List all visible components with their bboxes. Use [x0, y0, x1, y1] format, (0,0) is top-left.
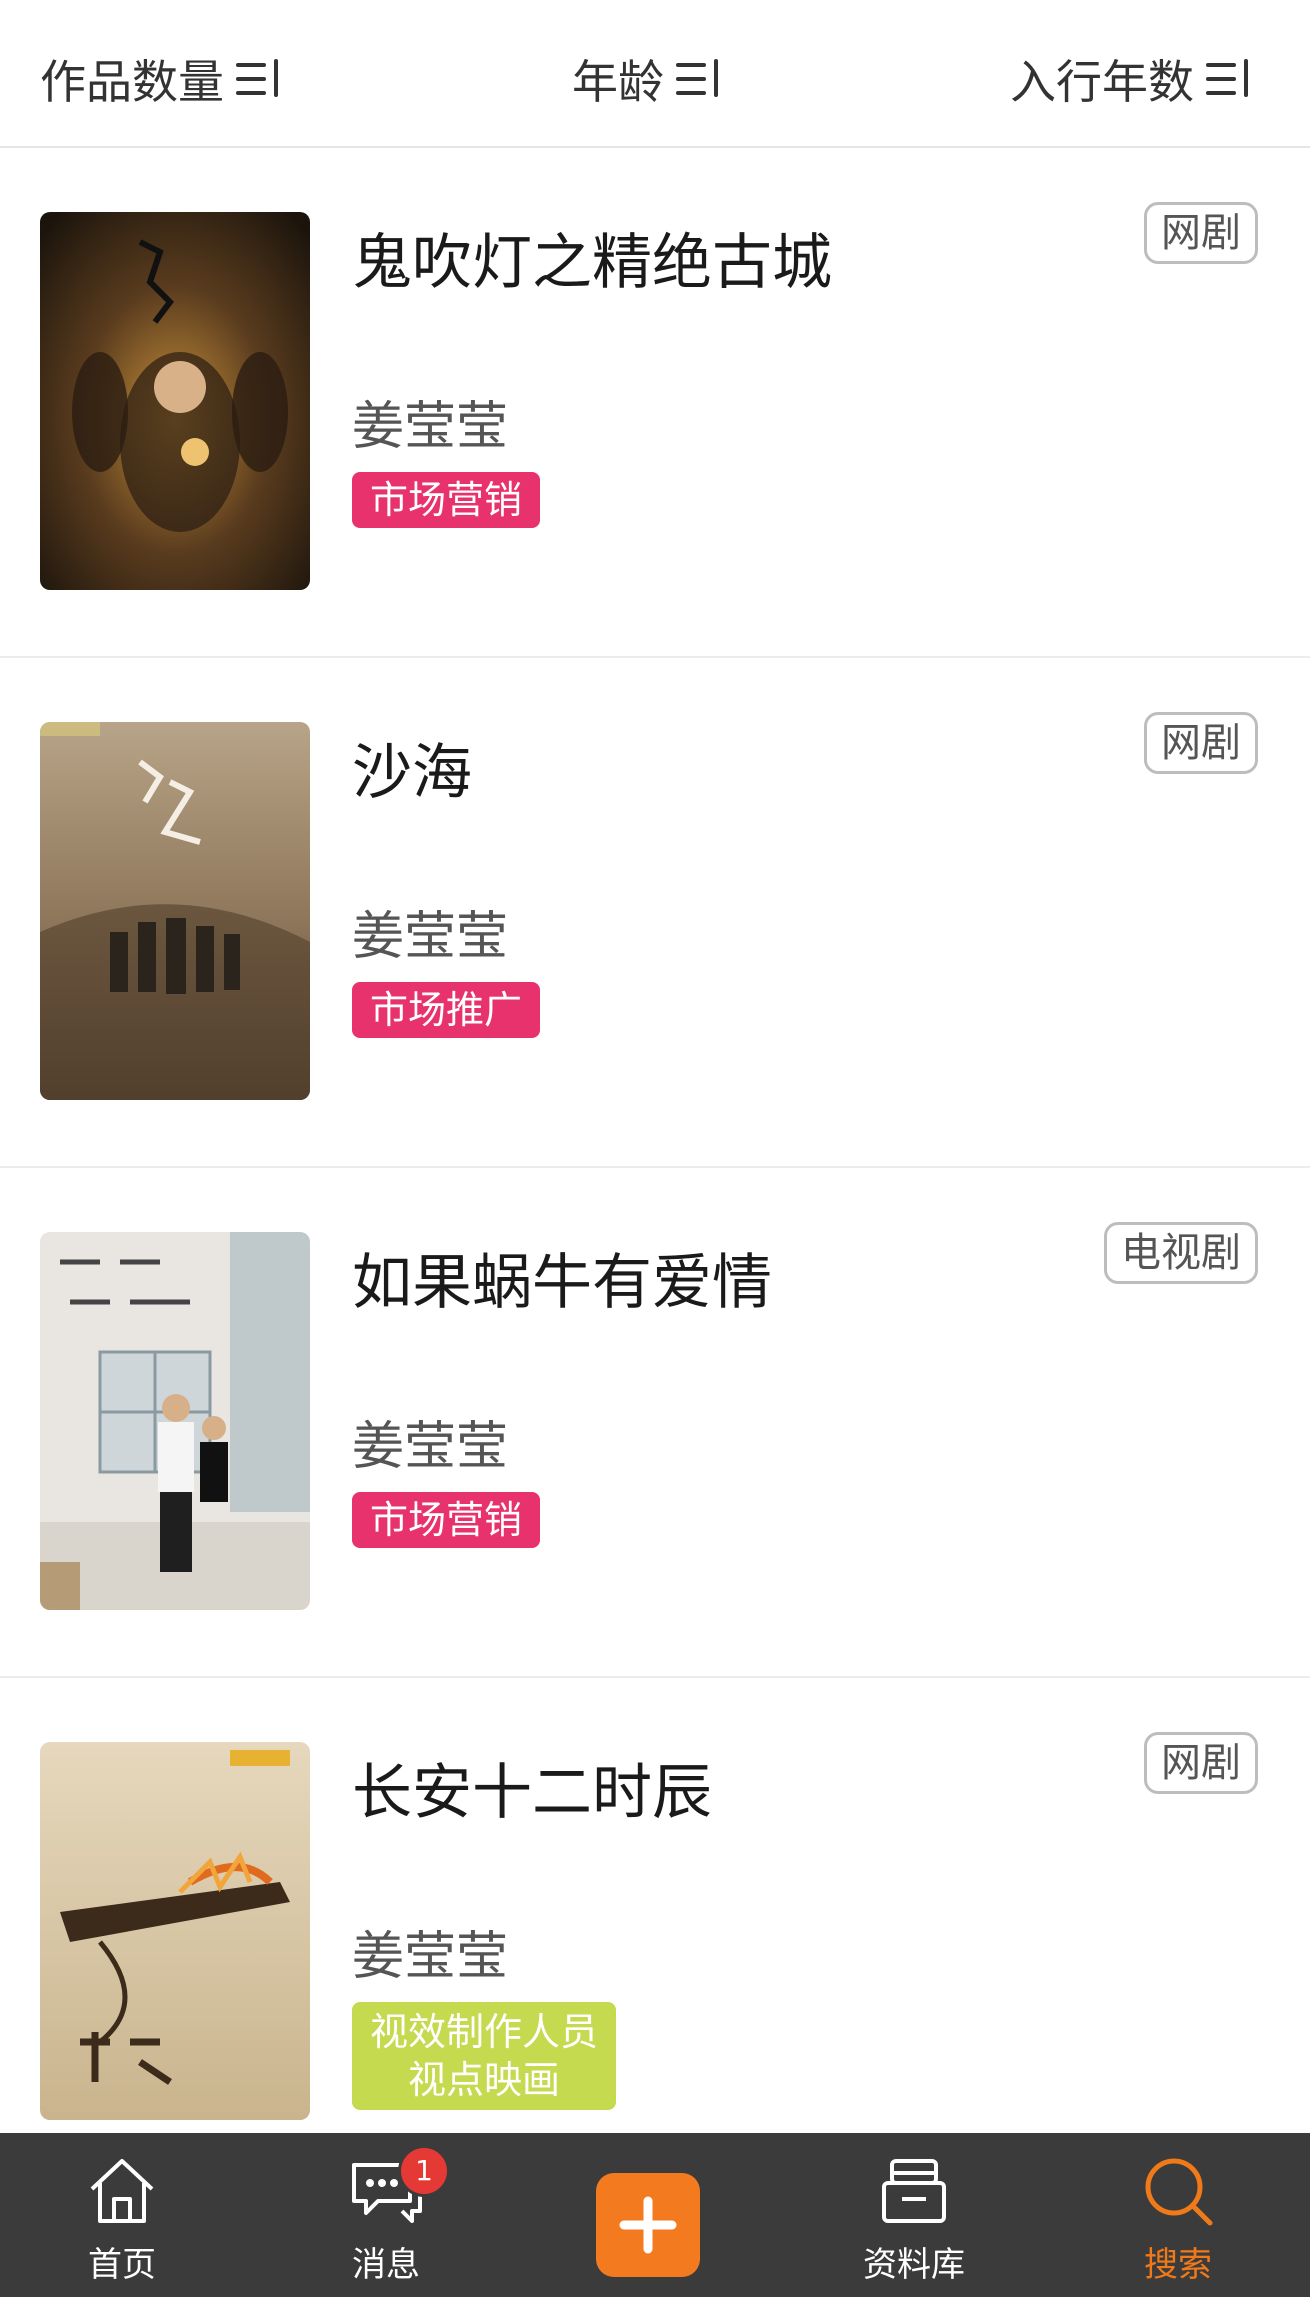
role-tag-line: 视点映画: [408, 2058, 561, 2102]
search-icon: [1138, 2153, 1218, 2229]
nav-search[interactable]: 搜索: [1088, 2133, 1268, 2297]
nav-search-label: 搜索: [1144, 2245, 1212, 2285]
role-tag: 市场营销: [352, 1492, 541, 1548]
poster-image: [40, 1742, 310, 2120]
type-badge: 网剧: [1144, 712, 1258, 774]
work-title: 长安十二时辰: [352, 1758, 712, 1828]
nav-home[interactable]: 首页: [32, 2133, 212, 2297]
poster-image: [40, 212, 310, 590]
nav-library-label: 资料库: [863, 2245, 965, 2285]
nav-messages[interactable]: 1 消息: [296, 2133, 476, 2297]
work-title: 鬼吹灯之精绝古城: [352, 228, 832, 298]
list-item[interactable]: 长安十二时辰 姜莹莹 视效制作人员 视点映画 网剧: [0, 1678, 1310, 2186]
plus-icon: [619, 2196, 677, 2254]
role-tag: 视效制作人员 视点映画: [352, 2002, 617, 2110]
type-badge: 网剧: [1144, 202, 1258, 264]
add-button[interactable]: [596, 2173, 700, 2277]
unread-badge: 1: [398, 2145, 450, 2197]
person-name: 姜莹莹: [352, 907, 509, 967]
filter-age-label: 年龄: [572, 55, 664, 109]
person-name: 姜莹莹: [352, 1417, 509, 1477]
nav-home-label: 首页: [88, 2245, 156, 2285]
role-tag-line: 视效制作人员: [370, 2010, 599, 2054]
type-badge: 网剧: [1144, 1732, 1258, 1794]
list-item[interactable]: 如果蜗牛有爱情 姜莹莹 市场营销 电视剧: [0, 1168, 1310, 1678]
sort-filter-icon: [234, 57, 282, 101]
filter-years-label: 入行年数: [1010, 55, 1194, 109]
poster-image: [40, 1232, 310, 1610]
list-item[interactable]: 沙海 姜莹莹 市场推广 网剧: [0, 658, 1310, 1168]
person-name: 姜莹莹: [352, 397, 509, 457]
poster-image: [40, 722, 310, 1100]
filter-years-in-industry[interactable]: 入行年数: [1010, 46, 1252, 112]
filter-bar: 作品数量 年龄 入行年数: [0, 0, 1310, 148]
sort-filter-icon: [674, 57, 722, 101]
role-tag: 市场营销: [352, 472, 541, 528]
bottom-navigation: 首页 1 消息 资料库 搜索: [0, 2133, 1310, 2297]
nav-library[interactable]: 资料库: [824, 2133, 1004, 2297]
filter-work-count[interactable]: 作品数量: [40, 46, 282, 112]
list-item[interactable]: 鬼吹灯之精绝古城 姜莹莹 市场营销 网剧: [0, 148, 1310, 658]
home-icon: [82, 2153, 162, 2229]
filter-work-count-label: 作品数量: [40, 55, 224, 109]
type-badge: 电视剧: [1104, 1222, 1258, 1284]
work-title: 沙海: [352, 738, 472, 808]
archive-box-icon: [874, 2153, 954, 2229]
sort-filter-icon: [1204, 57, 1252, 101]
role-tag: 市场推广: [352, 982, 541, 1038]
nav-messages-label: 消息: [352, 2245, 420, 2285]
work-title: 如果蜗牛有爱情: [352, 1248, 772, 1318]
person-name: 姜莹莹: [352, 1927, 509, 1987]
filter-age[interactable]: 年龄: [572, 46, 722, 112]
